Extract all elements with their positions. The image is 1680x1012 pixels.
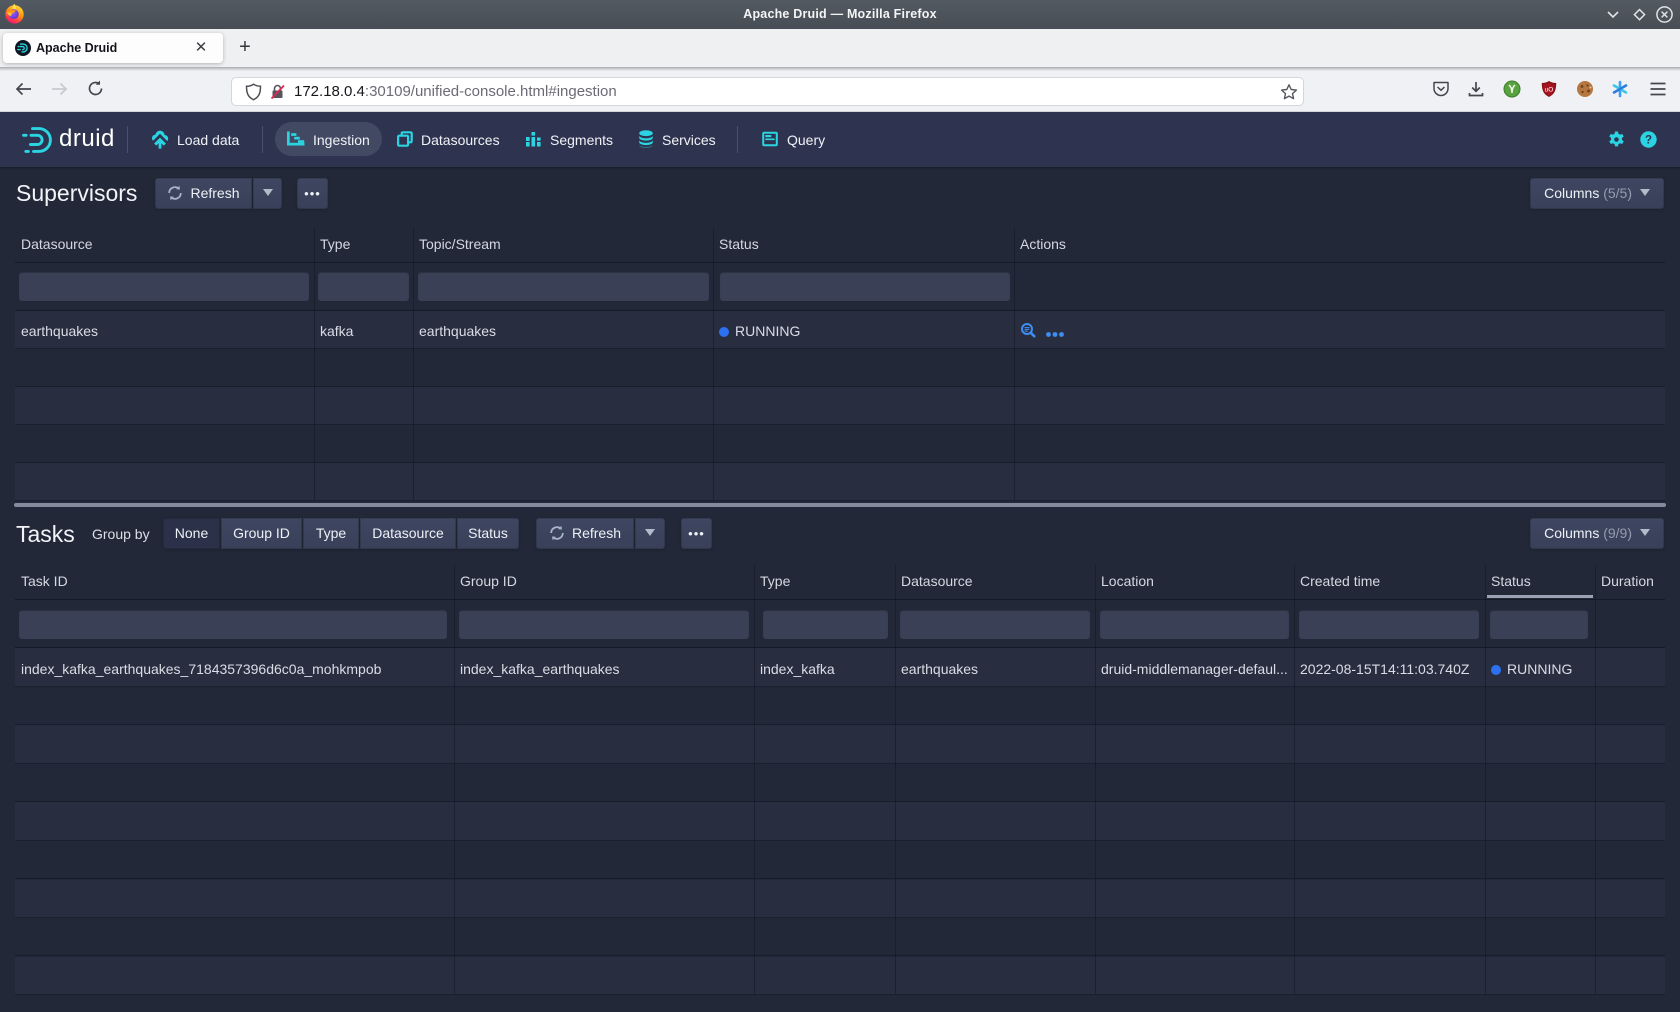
svg-text:uO: uO (1545, 87, 1554, 94)
svg-text:?: ? (1645, 135, 1652, 147)
